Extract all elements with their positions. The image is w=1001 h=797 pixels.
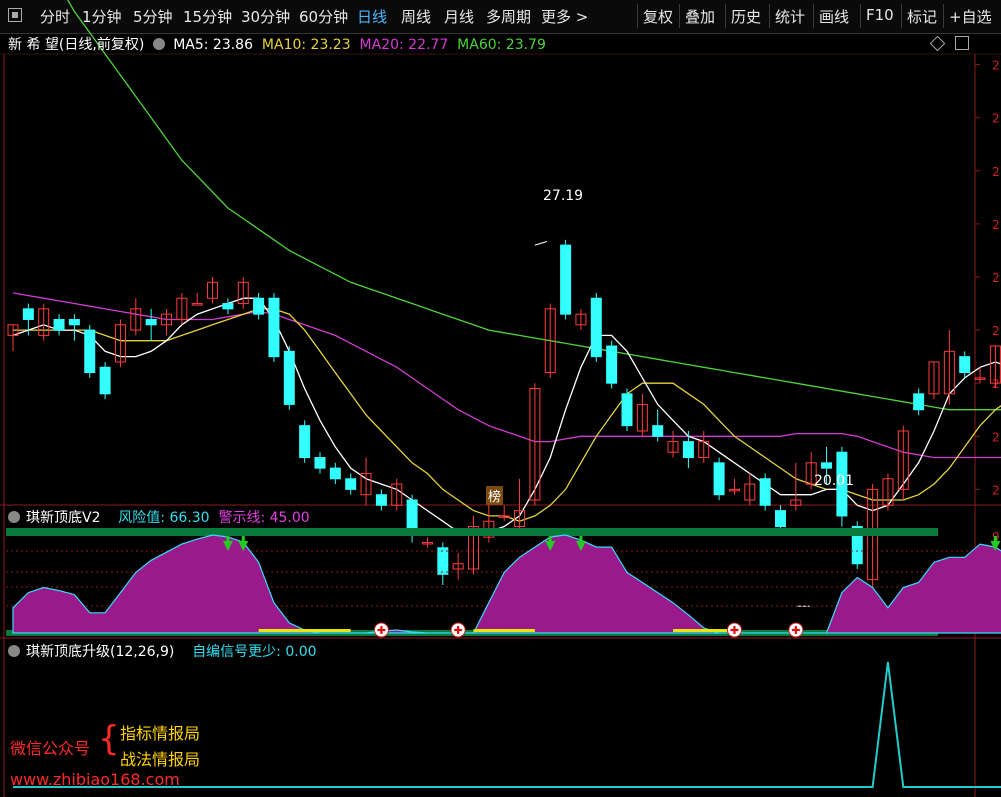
dropdown-icon[interactable] [152, 38, 165, 50]
risk-value: 风险值: 66.30 [118, 510, 210, 526]
y-tick-label: 2 [992, 271, 1000, 285]
period-label: (日线,前复权) [58, 37, 145, 53]
candle-body [713, 462, 725, 496]
candle-body [406, 499, 418, 533]
y-tick-label: 2 [992, 324, 1000, 338]
ma10-line [13, 308, 1001, 522]
candle-body [590, 297, 602, 358]
ind2-info-bar: 琪新顶底升级(12,26,9) 自编信号更少: 0.00 [8, 641, 317, 661]
warn-strip [258, 629, 351, 632]
warn-strip [673, 629, 735, 632]
ma60-value: MA60: 23.79 [457, 37, 546, 53]
watermark-line1: 指标情报局 [120, 724, 201, 743]
y-tick-label: 2 [992, 430, 1000, 444]
candle-body [621, 393, 633, 427]
chart-canvas: 222222222963 [0, 0, 1001, 797]
y-tick-label: 2 [992, 59, 1000, 73]
candle-body [53, 318, 65, 331]
candle-body [652, 425, 664, 437]
candle-body [775, 510, 786, 528]
candle-body [682, 441, 694, 459]
y-tick-label: 2 [992, 112, 1000, 126]
ma10-value: MA10: 23.23 [261, 37, 351, 53]
ma60-line [66, 0, 1001, 411]
candle-body [821, 462, 833, 469]
warn-strip [473, 629, 535, 632]
ind1-name: 琪新顶底V2 [26, 510, 101, 526]
warn-value: 警示线: 45.00 [218, 510, 310, 526]
candle-body [560, 244, 572, 315]
ma20-value: MA20: 22.77 [359, 37, 449, 53]
candle-body [299, 425, 311, 459]
y-tick-label: 2 [992, 483, 1000, 497]
signal-value: 自编信号更少: 0.00 [192, 644, 317, 660]
rank-badge[interactable]: 榜 [486, 486, 504, 505]
candle-body [253, 297, 265, 315]
candle-body [606, 345, 618, 384]
candle-body [375, 494, 387, 506]
candle-body [959, 356, 971, 374]
y-tick-label: 2 [992, 165, 1000, 179]
high-price-label: 27.19 [543, 188, 584, 204]
top-band [6, 528, 938, 536]
candle-body [191, 303, 203, 306]
dropdown-icon[interactable] [8, 645, 20, 657]
candle-body [913, 393, 925, 411]
main-info-bar: 新 希 望(日线,前复权) MA5: 23.86 MA10: 23.23 MA2… [8, 34, 546, 54]
watermark-url: www.zhibiao168.com [10, 770, 180, 789]
candle-body [222, 303, 234, 310]
candle-body [268, 297, 280, 358]
window-icon[interactable] [955, 36, 969, 50]
stock-name: 新 希 望 [8, 37, 59, 53]
high-pointer [534, 241, 548, 246]
brace: { [98, 719, 120, 759]
candle-body [99, 366, 111, 395]
candle-body [84, 329, 96, 374]
candle-body [759, 478, 771, 506]
wechat-label: 微信公众号 [10, 739, 91, 758]
ind1-info-bar: 琪新顶底V2 风险值: 66.30 警示线: 45.00 [8, 507, 310, 527]
ma5-value: MA5: 23.86 [173, 37, 253, 53]
low-price-label: 20.01 [814, 473, 855, 489]
y-tick-label: 2 [992, 218, 1000, 232]
ind2-name: 琪新顶底升级(12,26,9) [26, 644, 175, 660]
watermark-line2: 战法情报局 [120, 750, 201, 769]
candle-body [145, 318, 157, 326]
candle-body [68, 318, 80, 326]
candle-body [329, 467, 341, 480]
candle-body [22, 308, 34, 320]
dropdown-icon[interactable] [8, 511, 20, 523]
candle-body [283, 350, 295, 405]
candle-body [314, 457, 326, 469]
candle-body [345, 478, 357, 490]
candle-body [437, 547, 449, 575]
